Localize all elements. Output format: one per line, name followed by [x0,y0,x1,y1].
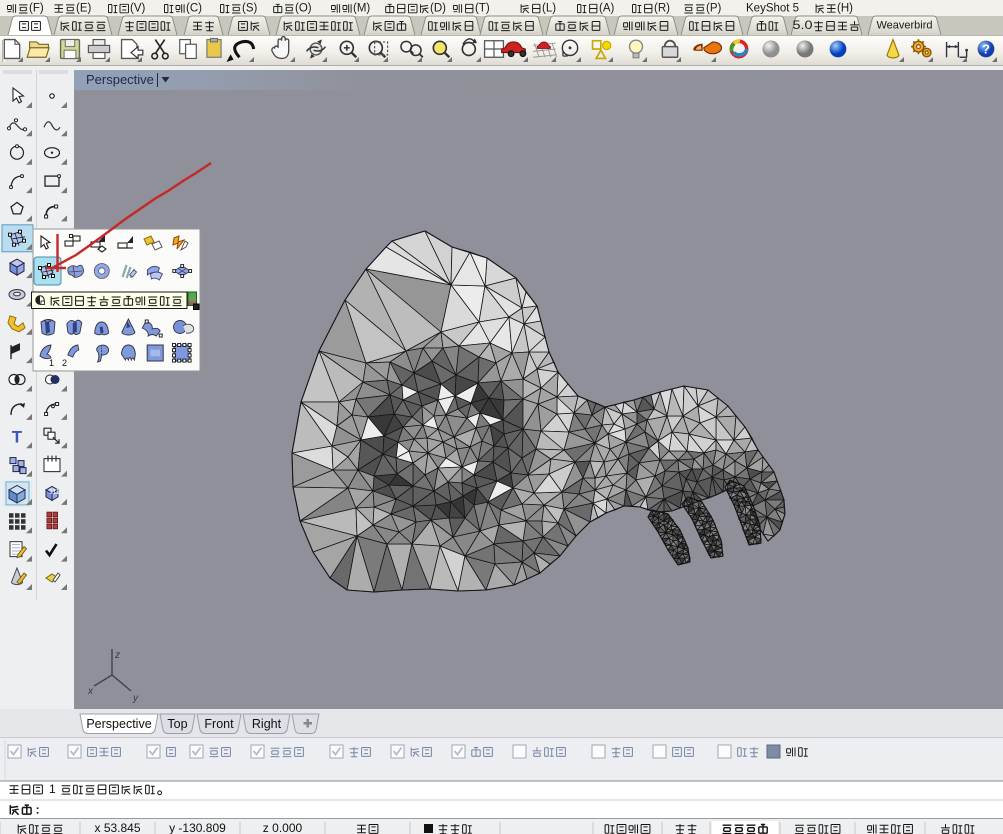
svg-text:(P): (P) [706,3,721,15]
svg-text:z: z [114,650,120,661]
svg-text:(C): (C) [186,3,202,15]
svg-text:(R): (R) [654,3,670,15]
svg-text:Perspective: Perspective [86,72,154,87]
svg-text:(F): (F) [29,3,44,15]
svg-text:(S): (S) [242,3,257,15]
svg-text:y: y [132,693,139,704]
svg-text:?: ? [982,42,990,57]
svg-text:Front: Front [204,717,234,731]
svg-text:(D): (D) [430,3,446,15]
svg-text:T: T [12,428,23,447]
svg-text:(O): (O) [295,3,312,15]
svg-text:(L): (L) [542,3,556,15]
svg-text:Perspective: Perspective [86,717,151,731]
svg-text:(T): (T) [475,3,490,15]
svg-text:KeyShot 5: KeyShot 5 [746,3,799,15]
svg-text:x 53.845: x 53.845 [95,821,141,834]
svg-text:5.0: 5.0 [793,18,813,32]
svg-text:1: 1 [49,358,54,368]
svg-text:111: 111 [49,489,60,496]
svg-text:Right: Right [252,717,282,731]
svg-text:y -130.809: y -130.809 [169,821,226,834]
svg-text:(V): (V) [130,3,145,15]
svg-text:(A): (A) [599,3,614,15]
svg-text:2: 2 [62,358,67,368]
svg-text:(M): (M) [353,3,370,15]
svg-text:1: 1 [49,782,56,796]
svg-text:z 0.000: z 0.000 [263,821,303,834]
svg-text:(E): (E) [76,3,91,15]
svg-text:(H): (H) [837,3,853,15]
svg-text:Weaverbird: Weaverbird [877,19,933,31]
svg-text:x: x [87,686,94,697]
svg-text:Top: Top [167,717,187,731]
